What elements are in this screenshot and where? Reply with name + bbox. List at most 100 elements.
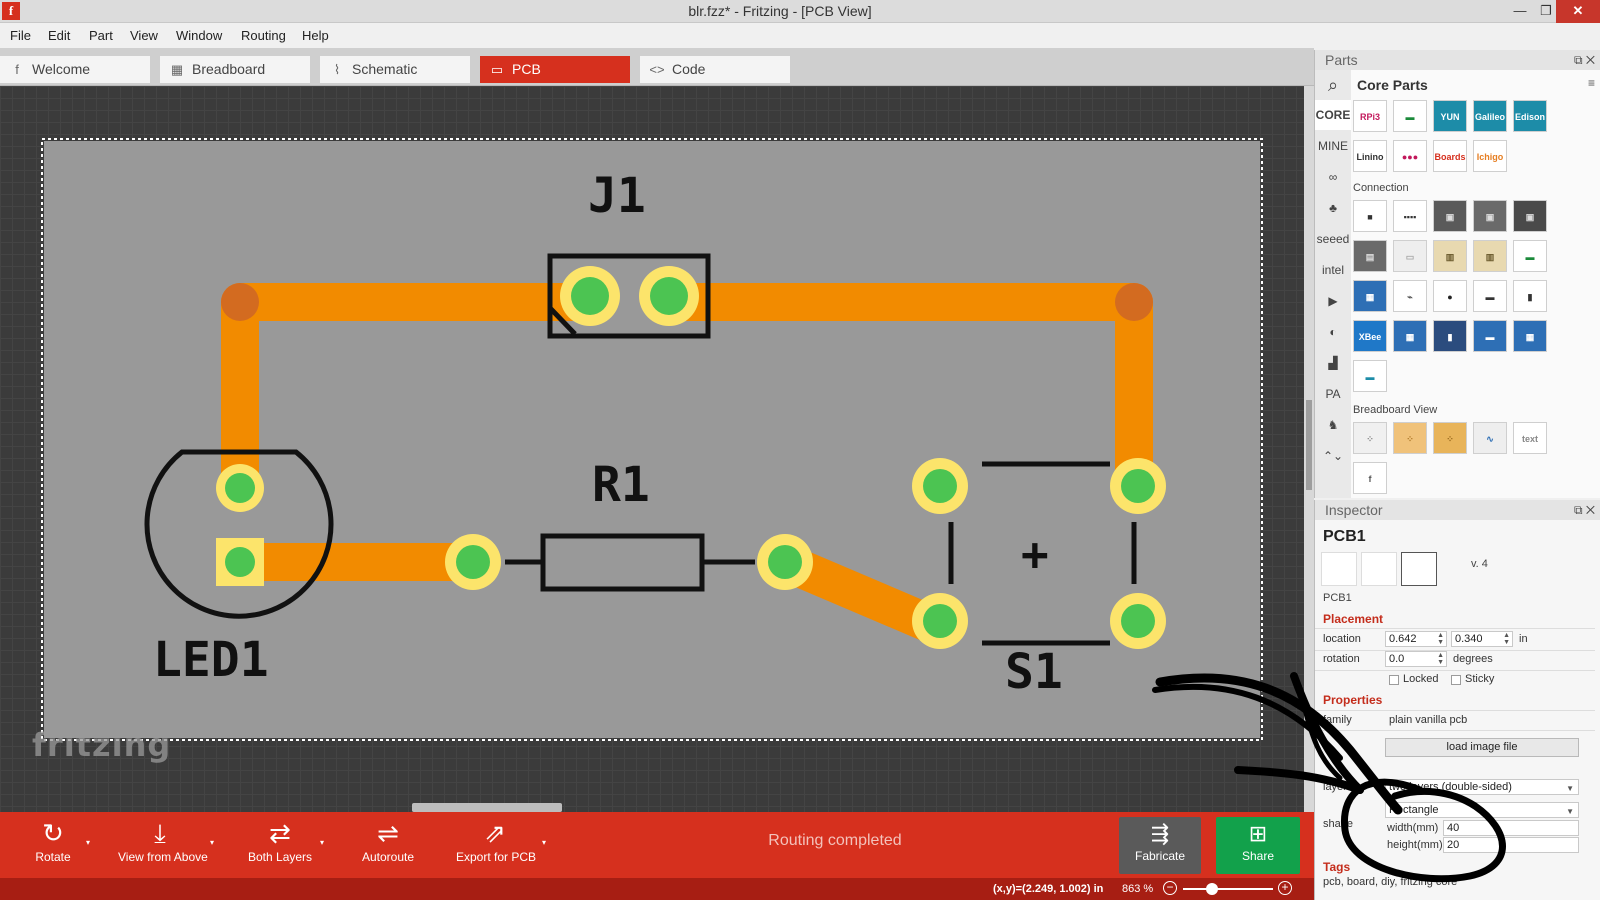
bin-tab[interactable]: ♣ <box>1315 193 1351 223</box>
part-tile[interactable]: Boards <box>1433 140 1467 172</box>
tab-schematic[interactable]: ⌇ Schematic <box>320 56 470 83</box>
part-tile[interactable]: ⁘ <box>1353 422 1387 454</box>
menu-window[interactable]: Window <box>176 28 222 43</box>
part-tile[interactable]: ▦ <box>1513 320 1547 352</box>
pad-center[interactable] <box>571 277 609 315</box>
bin-tab[interactable]: ∞ <box>1315 162 1351 192</box>
part-tile[interactable]: ▭ <box>1393 240 1427 272</box>
vertical-scrollbar[interactable] <box>1306 400 1312 490</box>
pad-center[interactable] <box>456 545 490 579</box>
menu-edit[interactable]: Edit <box>48 28 70 43</box>
part-tile[interactable]: Edison <box>1513 100 1547 132</box>
location-y-field[interactable]: 0.340 ▲ ▼ <box>1451 631 1513 647</box>
part-tile[interactable]: ▣ <box>1473 200 1507 232</box>
part-tile[interactable]: Linino <box>1353 140 1387 172</box>
autoroute-button[interactable]: ⇌ Autoroute <box>360 818 416 874</box>
pad-center[interactable] <box>923 604 957 638</box>
load-image-file-button[interactable]: load image file <box>1385 738 1579 757</box>
pad-center[interactable] <box>1121 604 1155 638</box>
part-tile[interactable]: ▬ <box>1393 100 1427 132</box>
rotate-button[interactable]: ↻ Rotate ▾ <box>28 818 90 874</box>
part-tile[interactable]: ▦ <box>1393 320 1427 352</box>
trace-bend-point[interactable] <box>221 283 259 321</box>
bin-tab[interactable]: MINE <box>1315 131 1351 161</box>
menu-help[interactable]: Help <box>302 28 329 43</box>
pad-center[interactable] <box>225 473 255 503</box>
bin-tab[interactable]: ▶ <box>1315 286 1351 316</box>
pad-center[interactable] <box>225 547 255 577</box>
menu-file[interactable]: File <box>10 28 31 43</box>
bin-tab[interactable]: CORE <box>1315 100 1351 130</box>
menu-routing[interactable]: Routing <box>241 28 286 43</box>
panel-float-close-buttons[interactable]: ⧉ ✕ <box>1574 50 1595 70</box>
part-tile[interactable]: ⌁ <box>1393 280 1427 312</box>
location-x-field[interactable]: 0.642 ▲ ▼ <box>1385 631 1447 647</box>
view-from-above-button[interactable]: ⤓ View from Above ▾ <box>118 818 214 874</box>
horizontal-scrollbar[interactable] <box>412 803 562 812</box>
panel-float-close-buttons[interactable]: ⧉ ✕ <box>1574 500 1595 520</box>
part-tile[interactable]: ▬ <box>1473 320 1507 352</box>
bin-tab[interactable]: ◐ <box>1315 317 1351 347</box>
bin-tab[interactable]: intel <box>1315 255 1351 285</box>
part-tile[interactable]: Ichigo <box>1473 140 1507 172</box>
bin-tab[interactable]: ⌃⌄ <box>1315 441 1351 471</box>
bin-tab[interactable]: ♞ <box>1315 410 1351 440</box>
part-tile[interactable]: ▥ <box>1433 240 1467 272</box>
part-tile[interactable]: ⁘ <box>1393 422 1427 454</box>
part-tile[interactable]: YUN <box>1433 100 1467 132</box>
part-tile[interactable]: ▥ <box>1473 240 1507 272</box>
part-tile[interactable]: ▮ <box>1433 320 1467 352</box>
part-tile[interactable]: ■ <box>1353 200 1387 232</box>
pad-center[interactable] <box>650 277 688 315</box>
zoom-out-button[interactable]: − <box>1163 881 1177 895</box>
part-tile[interactable]: ▪▪▪▪ <box>1393 200 1427 232</box>
part-tile[interactable]: ∿ <box>1473 422 1507 454</box>
bin-menu-icon[interactable]: ≡ <box>1588 76 1595 90</box>
sticky-checkbox[interactable] <box>1451 675 1461 685</box>
tab-code[interactable]: <> Code <box>640 56 790 83</box>
tab-welcome[interactable]: f Welcome <box>0 56 150 83</box>
tab-pcb[interactable]: ▭ PCB <box>480 56 630 83</box>
height-field[interactable]: 20 <box>1443 837 1579 853</box>
spinner-icon[interactable]: ▲ ▼ <box>1503 632 1510 646</box>
pcb-canvas[interactable]: J1 R1 LED1 S1 + fritzing <box>0 86 1304 812</box>
part-tile[interactable]: RPi3 <box>1353 100 1387 132</box>
pcb-board-drawing[interactable]: J1 R1 LED1 S1 + <box>0 86 1304 812</box>
rotation-field[interactable]: 0.0 ▲ ▼ <box>1385 651 1447 667</box>
bin-tab[interactable]: PA <box>1315 379 1351 409</box>
menu-part[interactable]: Part <box>89 28 113 43</box>
fabricate-button[interactable]: ⇶ Fabricate <box>1119 817 1201 874</box>
both-layers-button[interactable]: ⇄ Both Layers ▾ <box>248 818 324 874</box>
layers-select[interactable]: two layers (double-sided) ▼ <box>1385 779 1579 795</box>
zoom-slider-track[interactable] <box>1183 888 1273 890</box>
part-tile[interactable]: ▬ <box>1473 280 1507 312</box>
part-tile[interactable]: ●●● <box>1393 140 1427 172</box>
bin-tab[interactable]: seeed <box>1315 224 1351 254</box>
minimize-button[interactable]: — <box>1506 0 1534 23</box>
part-tile[interactable]: ▬ <box>1353 360 1387 392</box>
part-tile[interactable]: text <box>1513 422 1547 454</box>
pad-center[interactable] <box>923 469 957 503</box>
spinner-icon[interactable]: ▲ ▼ <box>1437 632 1444 646</box>
pad-center[interactable] <box>1121 469 1155 503</box>
part-tile[interactable]: f <box>1353 462 1387 494</box>
zoom-slider-handle[interactable] <box>1206 883 1218 895</box>
part-tile[interactable]: ● <box>1433 280 1467 312</box>
locked-checkbox[interactable] <box>1389 675 1399 685</box>
part-tile[interactable]: ▦ <box>1353 280 1387 312</box>
trace-bend-point[interactable] <box>1115 283 1153 321</box>
close-button[interactable]: ✕ <box>1556 0 1600 23</box>
search-icon[interactable]: ⌕ <box>1315 70 1351 100</box>
spinner-icon[interactable]: ▲ ▼ <box>1437 652 1444 666</box>
part-tile[interactable]: ▮ <box>1513 280 1547 312</box>
shape-select[interactable]: Rectangle ▼ <box>1385 802 1579 818</box>
tab-breadboard[interactable]: ▦ Breadboard <box>160 56 310 83</box>
part-tile[interactable]: XBee <box>1353 320 1387 352</box>
pad-center[interactable] <box>768 545 802 579</box>
part-tile[interactable]: ▣ <box>1513 200 1547 232</box>
part-tile[interactable]: ▬ <box>1513 240 1547 272</box>
bin-tab[interactable]: ▟ <box>1315 348 1351 378</box>
part-tile[interactable]: ⁘ <box>1433 422 1467 454</box>
part-tile[interactable]: Galileo <box>1473 100 1507 132</box>
part-tile[interactable]: ▤ <box>1353 240 1387 272</box>
